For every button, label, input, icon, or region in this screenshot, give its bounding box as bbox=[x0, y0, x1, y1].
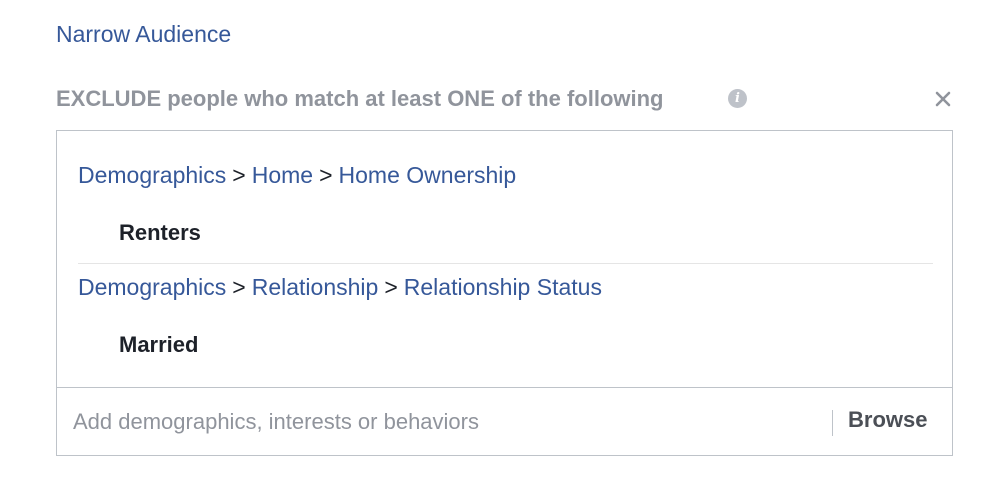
info-icon[interactable]: i bbox=[728, 89, 747, 108]
breadcrumb: Demographics > Relationship > Relationship S… bbox=[78, 273, 933, 301]
targeting-group: Demographics > Relationship > Relationship S… bbox=[78, 273, 933, 373]
search-row: Browse bbox=[57, 387, 952, 456]
divider bbox=[832, 410, 833, 436]
selected-item-renters: Renters bbox=[119, 220, 201, 245]
exclude-targeting-box: Demographics > Home > Home Ownership Renters… bbox=[56, 130, 953, 456]
narrow-audience-link[interactable]: Narrow Audience bbox=[56, 20, 231, 48]
breadcrumb-item-home[interactable]: Home bbox=[252, 162, 313, 188]
browse-button[interactable]: Browse bbox=[848, 406, 927, 434]
exclude-title: EXCLUDE people who match at least ONE of… bbox=[56, 86, 664, 111]
close-icon[interactable] bbox=[932, 88, 954, 110]
breadcrumb-item-home-ownership[interactable]: Home Ownership bbox=[339, 162, 517, 188]
breadcrumb-item-demographics[interactable]: Demographics bbox=[78, 274, 226, 300]
breadcrumb-separator: > bbox=[319, 162, 333, 188]
breadcrumb: Demographics > Home > Home Ownership bbox=[78, 161, 933, 189]
selected-item-married: Married bbox=[119, 332, 199, 357]
search-input[interactable] bbox=[73, 406, 793, 438]
breadcrumb-separator: > bbox=[384, 274, 398, 300]
targeting-group: Demographics > Home > Home Ownership Renters bbox=[78, 161, 933, 264]
exclude-header: EXCLUDE people who match at least ONE of… bbox=[56, 85, 953, 115]
breadcrumb-separator: > bbox=[232, 162, 246, 188]
breadcrumb-item-relationship-status[interactable]: Relationship Status bbox=[404, 274, 602, 300]
breadcrumb-item-relationship[interactable]: Relationship bbox=[252, 274, 379, 300]
breadcrumb-item-demographics[interactable]: Demographics bbox=[78, 162, 226, 188]
breadcrumb-separator: > bbox=[232, 274, 246, 300]
